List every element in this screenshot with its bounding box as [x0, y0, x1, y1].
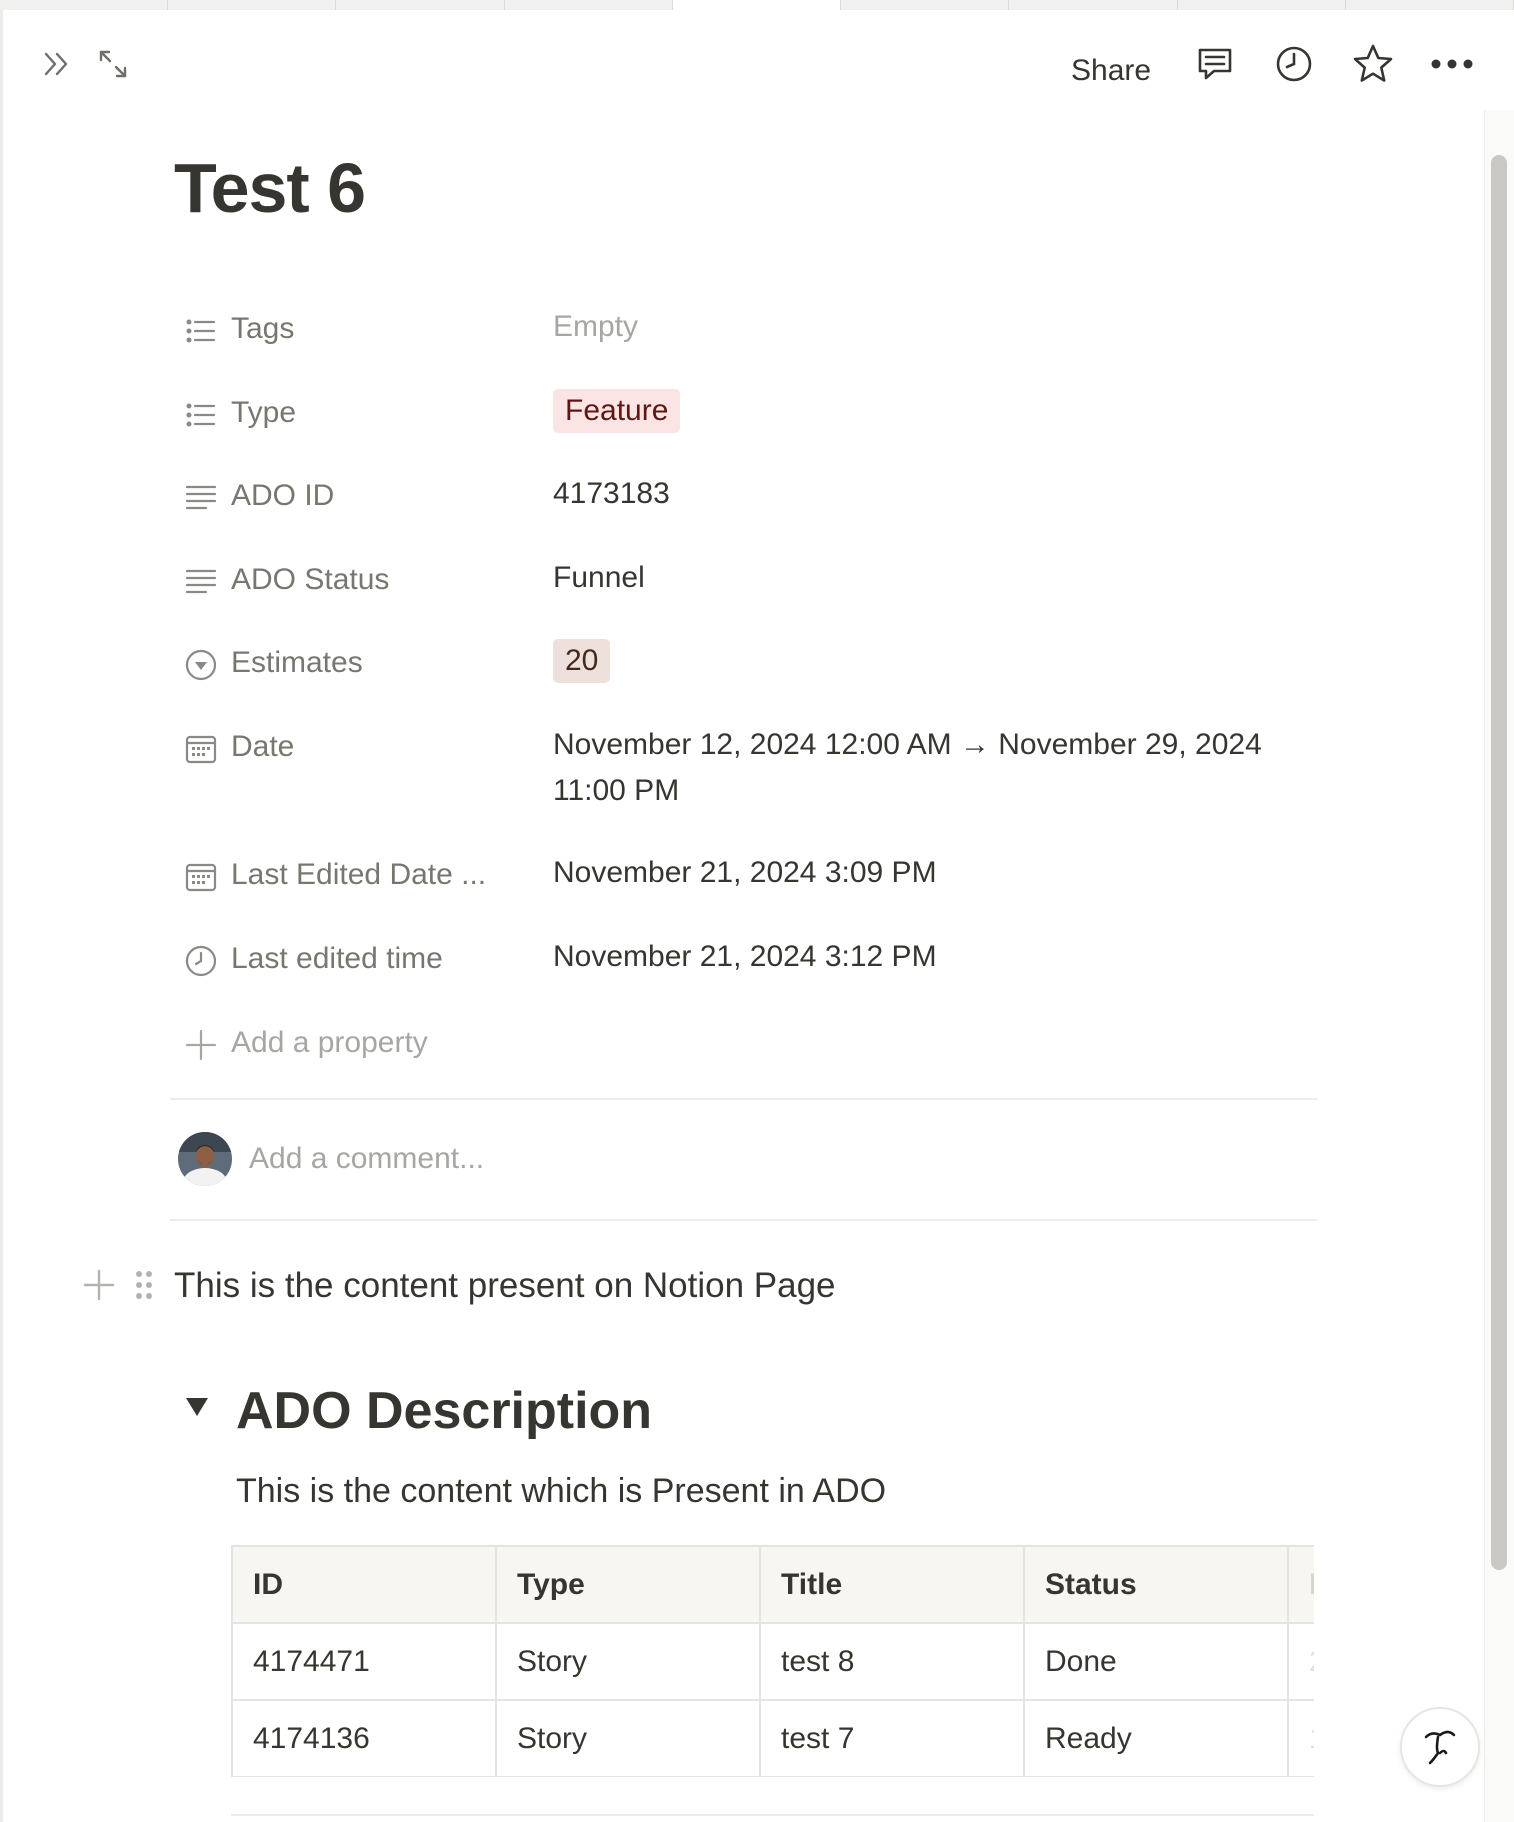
property-name: Last edited time	[231, 942, 443, 975]
page-title[interactable]: Test 6	[174, 148, 366, 228]
plus-icon	[184, 1028, 218, 1062]
toggle-heading[interactable]: ADO Description	[236, 1381, 652, 1441]
clock-icon	[184, 944, 218, 978]
tab[interactable]	[336, 0, 505, 10]
table-header-cell[interactable]: I	[1287, 1545, 1314, 1624]
star-icon[interactable]	[1349, 40, 1397, 88]
status-icon	[184, 648, 218, 682]
list-icon	[184, 314, 218, 348]
property-name: Tags	[231, 312, 295, 345]
add-block-icon[interactable]	[82, 1268, 116, 1307]
property-name: Type	[231, 396, 297, 429]
toggle-content-text[interactable]: This is the content which is Present in …	[236, 1472, 886, 1511]
tab[interactable]	[1345, 0, 1514, 10]
table-cell[interactable]: test 7	[759, 1699, 1025, 1777]
window-edge	[0, 10, 3, 1822]
divider	[170, 1098, 1317, 1100]
more-icon[interactable]	[1428, 40, 1476, 88]
drag-handle-icon[interactable]	[132, 1268, 156, 1307]
list-icon	[184, 398, 218, 432]
tab[interactable]	[168, 0, 337, 10]
add-property-label: Add a property	[231, 1026, 428, 1059]
table-header-cell[interactable]: Type	[495, 1545, 761, 1624]
table-cell[interactable]: Story	[495, 1699, 761, 1777]
property-value[interactable]: 20	[553, 638, 611, 684]
table-cell[interactable]: Ready	[1023, 1699, 1289, 1777]
calendar-icon	[184, 732, 218, 766]
calendar-icon	[184, 860, 218, 894]
table-row: 4174471 Story test 8 Done 2	[231, 1622, 1314, 1701]
topbar: Share	[3, 10, 1514, 110]
tab[interactable]	[1009, 0, 1178, 10]
table-cell[interactable]: 4174136	[231, 1699, 497, 1777]
notion-page-window: Share Test 6 Tags Empty Type Feature ADO…	[0, 0, 1514, 1822]
tab[interactable]	[841, 0, 1010, 10]
table-cell[interactable]: test 8	[759, 1622, 1025, 1701]
property-value-empty[interactable]: Empty	[553, 304, 638, 350]
comment-input[interactable]: Add a comment...	[249, 1142, 484, 1176]
property-value[interactable]: November 21, 2024 3:09 PM	[553, 850, 937, 896]
text-icon	[184, 565, 218, 599]
tab[interactable]	[0, 0, 169, 10]
notion-ai-face-icon	[1424, 1730, 1456, 1765]
ado-table: ID Type Title Status I 4174471 Story tes…	[231, 1545, 1314, 1777]
tab[interactable]	[504, 0, 673, 10]
date-range-line-2: 11:00 PM	[553, 774, 680, 807]
property-ado-status[interactable]: ADO Status Funnel	[178, 551, 1318, 611]
comment-icon[interactable]	[1191, 40, 1239, 88]
property-value[interactable]: Funnel	[553, 555, 645, 601]
property-estimates[interactable]: Estimates 20	[178, 634, 1318, 694]
scrollbar-thumb[interactable]	[1491, 155, 1507, 1570]
property-value[interactable]: November 12, 2024 12:00 AM → November 29…	[553, 722, 1262, 814]
share-button[interactable]: Share	[1071, 54, 1151, 88]
table-cell[interactable]: 2	[1287, 1622, 1314, 1701]
table-header-row: ID Type Title Status I	[231, 1545, 1314, 1624]
property-ado-id[interactable]: ADO ID 4173183	[178, 467, 1318, 527]
divider	[170, 1219, 1317, 1221]
add-property-button[interactable]: Add a property	[178, 1014, 1318, 1074]
property-type[interactable]: Type Feature	[178, 384, 1318, 444]
type-tag[interactable]: Feature	[553, 389, 681, 433]
property-last-edited-date[interactable]: Last Edited Date ... November 21, 2024 3…	[178, 846, 1318, 906]
estimate-tag[interactable]: 20	[553, 639, 611, 683]
expand-icon[interactable]	[93, 44, 133, 84]
property-name: ADO ID	[231, 479, 335, 512]
table-header-cell[interactable]: Status	[1023, 1545, 1289, 1624]
date-range-line-1: November 12, 2024 12:00 AM → November 29…	[553, 728, 1262, 761]
history-icon[interactable]	[1270, 40, 1318, 88]
sidebar-toggle-icon[interactable]	[37, 44, 77, 84]
property-date[interactable]: Date November 12, 2024 12:00 AM → Novemb…	[178, 718, 1318, 814]
table-cell[interactable]: 1	[1287, 1699, 1314, 1777]
property-value[interactable]: November 21, 2024 3:12 PM	[553, 934, 937, 980]
property-tags[interactable]: Tags Empty	[178, 300, 1318, 360]
tab-active[interactable]	[672, 0, 842, 10]
table-row: 4174136 Story test 7 Ready 1	[231, 1699, 1314, 1777]
toggle-triangle-icon[interactable]	[186, 1398, 208, 1416]
text-icon	[184, 481, 218, 515]
table-cell[interactable]: 4174471	[231, 1622, 497, 1701]
divider	[231, 1814, 1314, 1816]
property-name: ADO Status	[231, 563, 390, 596]
property-name: Last Edited Date ...	[231, 858, 487, 891]
table-cell[interactable]: Story	[495, 1622, 761, 1701]
content-paragraph[interactable]: This is the content present on Notion Pa…	[174, 1266, 836, 1306]
table-header-cell[interactable]: ID	[231, 1545, 497, 1624]
browser-tab-strip	[0, 0, 1514, 10]
property-value[interactable]: 4173183	[553, 471, 670, 517]
property-last-edited-time[interactable]: Last edited time November 21, 2024 3:12 …	[178, 930, 1318, 990]
table-cell[interactable]: Done	[1023, 1622, 1289, 1701]
property-name: Estimates	[231, 646, 363, 679]
notion-ai-button[interactable]	[1400, 1707, 1480, 1787]
property-name: Date	[231, 730, 295, 763]
avatar	[178, 1132, 232, 1186]
property-value[interactable]: Feature	[553, 388, 681, 434]
table-header-cell[interactable]: Title	[759, 1545, 1025, 1624]
tab[interactable]	[1177, 0, 1346, 10]
